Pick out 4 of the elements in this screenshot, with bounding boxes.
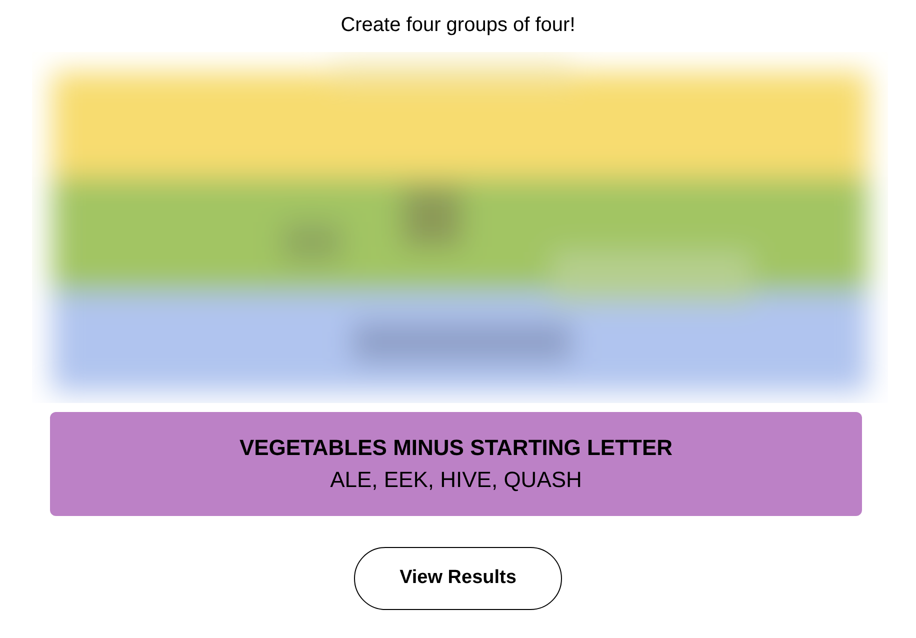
group-members: ALE, EEK, HIVE, QUASH (330, 466, 582, 494)
puzzle-instruction: Create four groups of four! (340, 13, 576, 38)
view-results-button[interactable]: View Results (354, 547, 562, 610)
group-title: VEGETABLES MINUS STARTING LETTER (239, 434, 673, 462)
